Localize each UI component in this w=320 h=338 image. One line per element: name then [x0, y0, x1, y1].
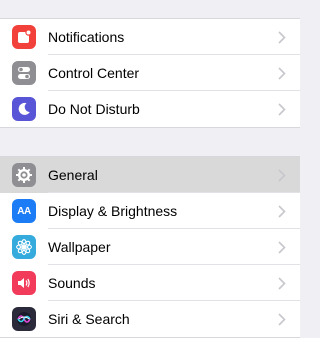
settings-row-do-not-disturb[interactable]: Do Not Disturb	[0, 91, 300, 127]
display-brightness-icon-text: AA	[17, 205, 31, 217]
settings-row-label: Display & Brightness	[48, 203, 178, 219]
settings-row-wallpaper[interactable]: Wallpaper	[0, 229, 300, 265]
settings-screen: Notifications Control Center Do Not Dist…	[0, 0, 300, 338]
settings-row-label: Do Not Disturb	[48, 101, 140, 117]
settings-group-1: Notifications Control Center Do Not Dist…	[0, 18, 300, 128]
notifications-icon	[12, 25, 36, 49]
chevron-right-icon	[274, 239, 290, 255]
settings-row-label: Siri & Search	[48, 311, 130, 327]
display-brightness-icon: AA	[12, 199, 36, 223]
chevron-right-icon	[274, 29, 290, 45]
settings-row-label: Notifications	[48, 29, 125, 45]
settings-row-label: General	[48, 167, 98, 183]
settings-row-notifications[interactable]: Notifications	[0, 19, 300, 55]
chevron-right-icon	[274, 203, 290, 219]
settings-row-sounds[interactable]: Sounds	[0, 265, 300, 301]
chevron-right-icon	[274, 311, 290, 327]
chevron-right-icon	[274, 167, 290, 183]
control-center-icon	[12, 61, 36, 85]
gear-icon	[12, 163, 36, 187]
chevron-right-icon	[274, 275, 290, 291]
settings-row-general[interactable]: General	[0, 157, 300, 193]
chevron-right-icon	[274, 101, 290, 117]
section-gap	[0, 128, 300, 156]
settings-row-display-brightness[interactable]: AA Display & Brightness	[0, 193, 300, 229]
siri-icon	[12, 307, 36, 331]
speaker-icon	[12, 271, 36, 295]
settings-row-control-center[interactable]: Control Center	[0, 55, 300, 91]
wallpaper-flower-icon	[12, 235, 36, 259]
settings-group-2: General AA Display & Brightness Wallpape…	[0, 156, 300, 338]
settings-row-label: Control Center	[48, 65, 140, 81]
settings-row-label: Sounds	[48, 275, 96, 291]
settings-row-siri-search[interactable]: Siri & Search	[0, 301, 300, 337]
settings-row-label: Wallpaper	[48, 239, 111, 255]
top-gap	[0, 0, 300, 18]
chevron-right-icon	[274, 65, 290, 81]
moon-icon	[12, 97, 36, 121]
